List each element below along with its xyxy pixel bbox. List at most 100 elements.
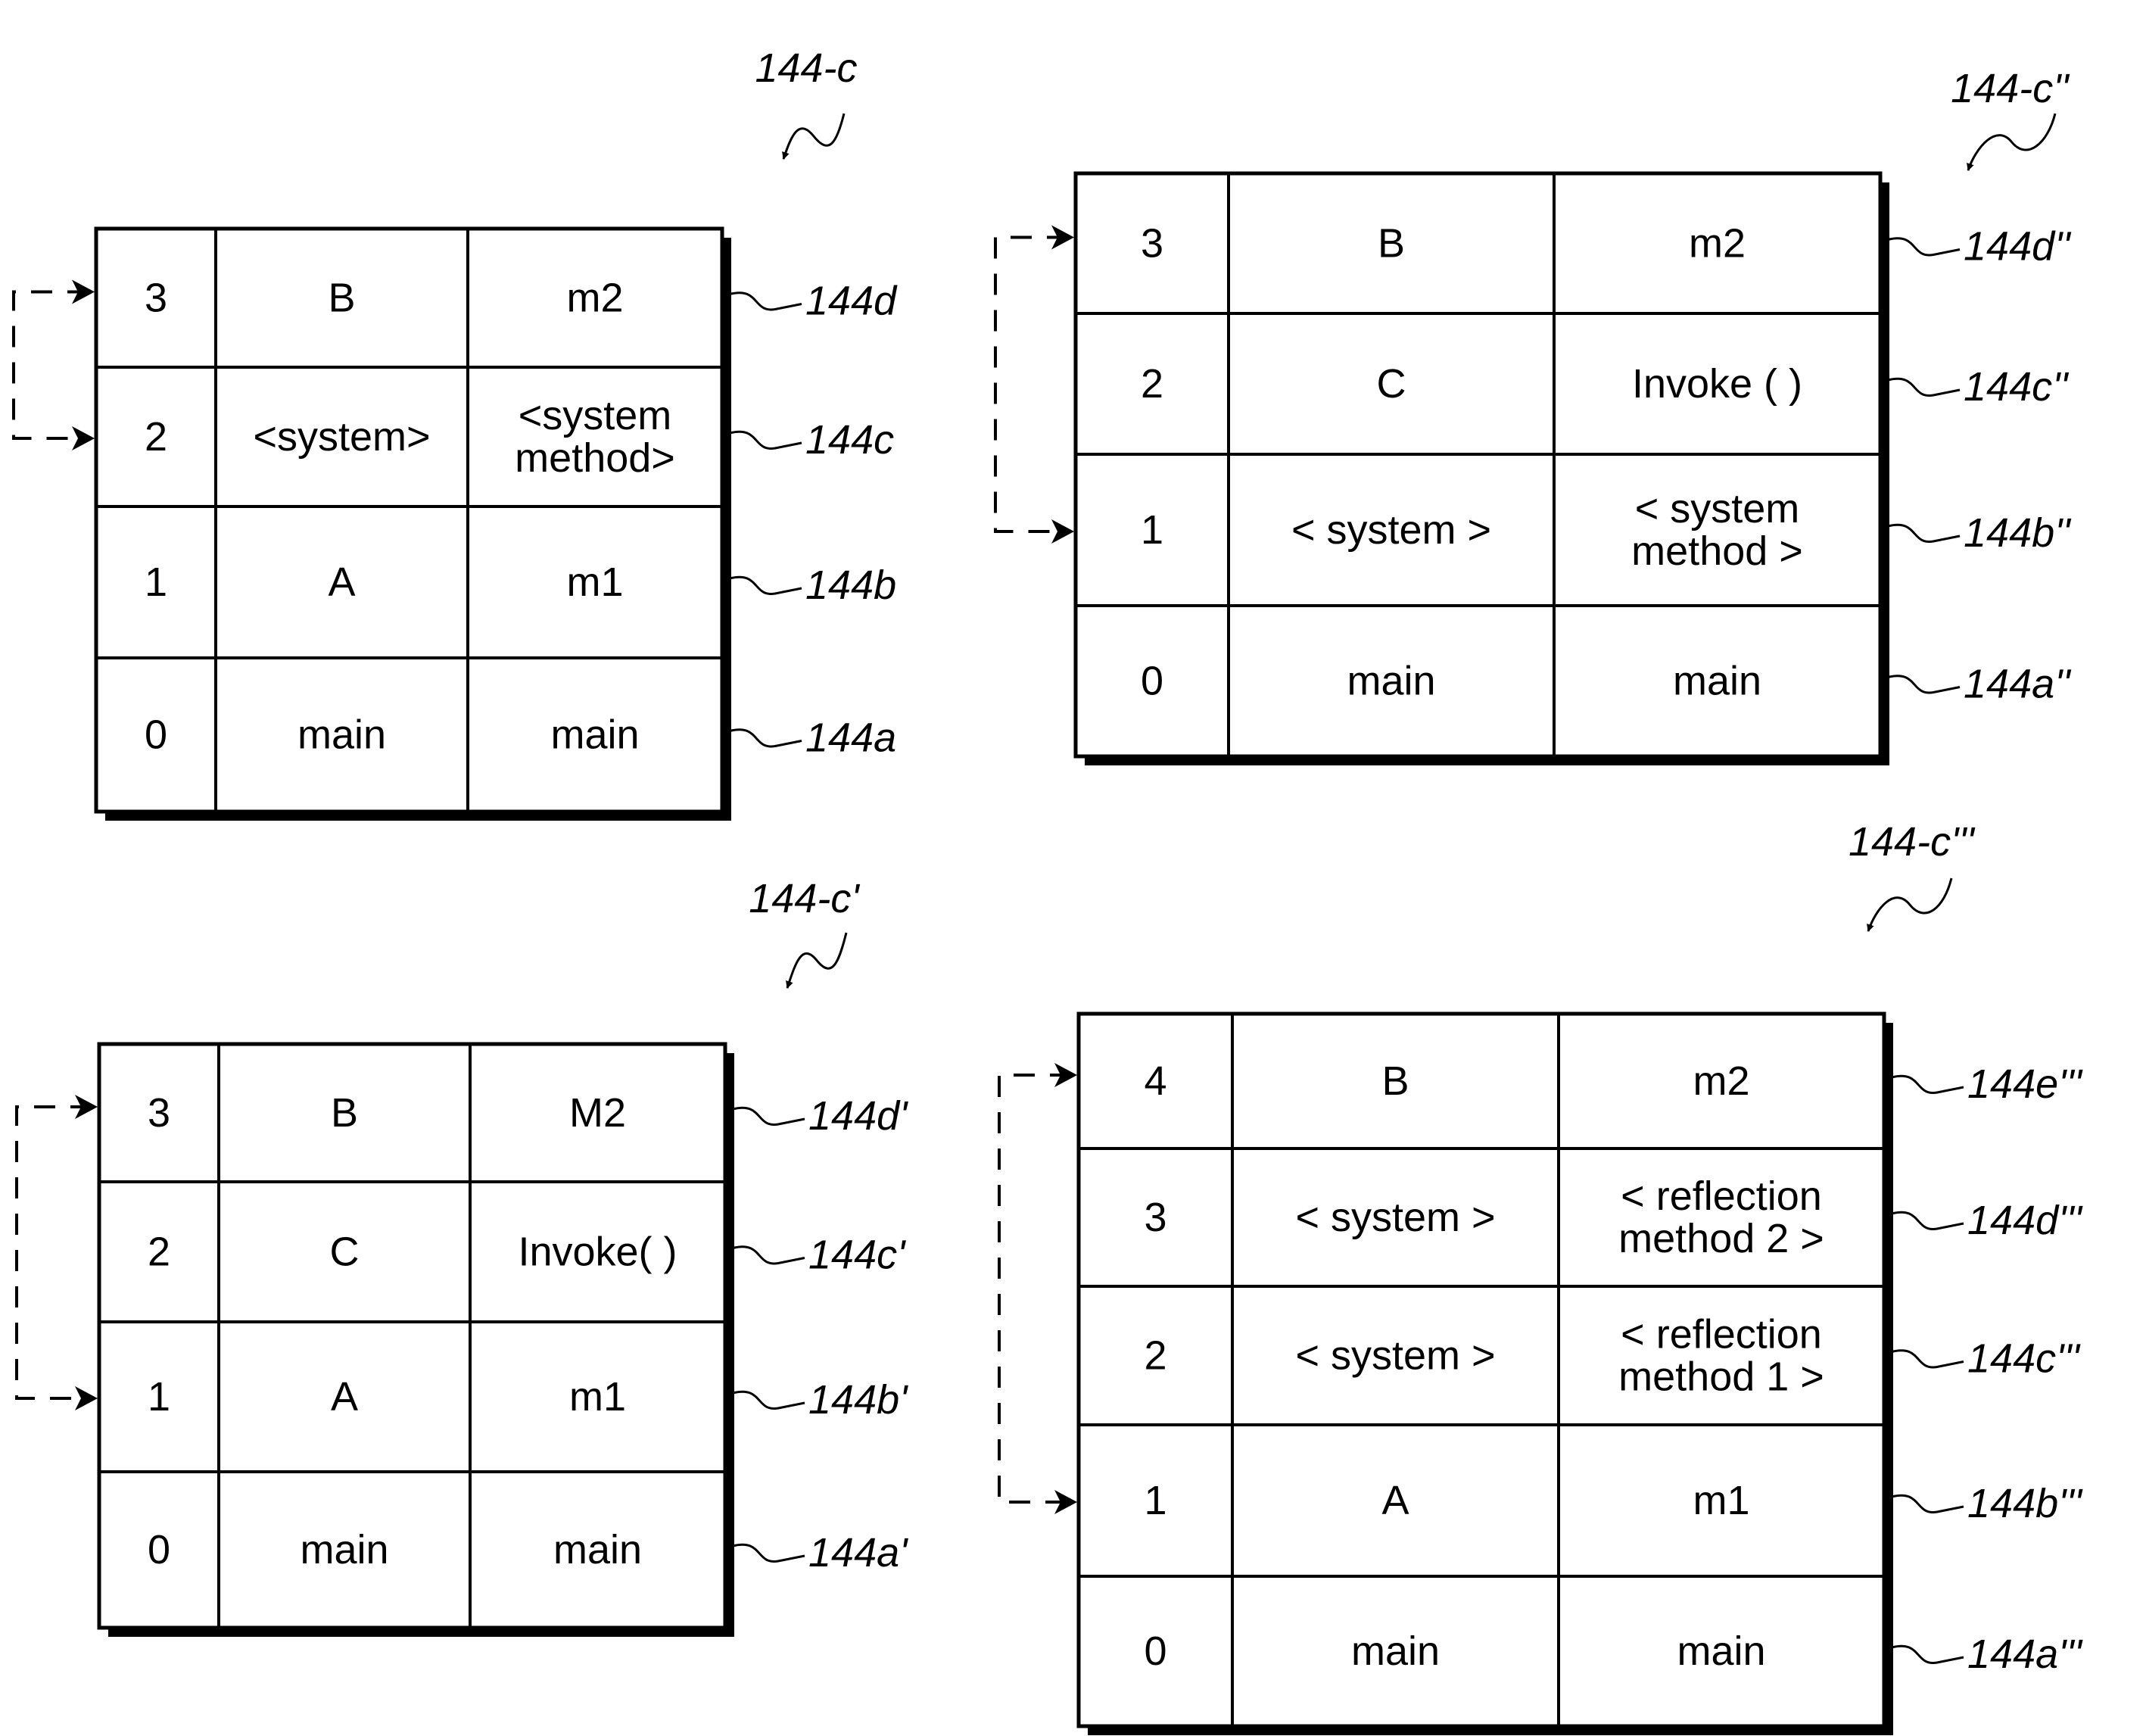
frame-method: Invoke( ) bbox=[518, 1230, 677, 1275]
frame-method: method 2 > bbox=[1618, 1216, 1824, 1261]
frame-class: C bbox=[1377, 361, 1406, 407]
reference-numeral: 144d''' bbox=[1967, 1198, 2083, 1243]
reference-numeral: 144b'' bbox=[1964, 510, 2071, 556]
frame-index: 3 bbox=[1141, 221, 1163, 266]
pointer-arrow-icon bbox=[782, 113, 846, 160]
frame-index: 2 bbox=[148, 1230, 170, 1275]
arrowhead-icon bbox=[72, 426, 95, 450]
dashed-bracket bbox=[994, 235, 1068, 533]
leader-line bbox=[1887, 377, 1961, 397]
dashed-bracket bbox=[12, 290, 89, 440]
frame-class: B bbox=[1381, 1058, 1409, 1104]
pointer-arrow-icon bbox=[1867, 877, 1953, 932]
frame-class: main bbox=[300, 1527, 388, 1572]
frame-method: main bbox=[553, 1527, 642, 1572]
leader-line bbox=[1887, 237, 1961, 257]
frame-class: B bbox=[331, 1090, 358, 1136]
frame-method: m1 bbox=[1693, 1478, 1749, 1523]
frame-method: main bbox=[1677, 1628, 1765, 1674]
frame-method: m2 bbox=[1689, 221, 1746, 266]
frame-method: < reflection bbox=[1621, 1312, 1822, 1357]
frame-index: 2 bbox=[1144, 1333, 1166, 1379]
frame-index: 0 bbox=[148, 1527, 170, 1572]
frame-index: 3 bbox=[148, 1090, 170, 1136]
frame-index: 1 bbox=[145, 559, 167, 605]
reference-numeral: 144d bbox=[805, 279, 898, 324]
leader-line bbox=[729, 728, 802, 748]
reference-numeral: 144c''' bbox=[1967, 1336, 2081, 1382]
figure-label: 144-c' bbox=[749, 876, 860, 921]
figure-label: 144-c'' bbox=[1951, 66, 2070, 111]
frame-class: A bbox=[331, 1374, 358, 1420]
reference-numeral: 144b bbox=[805, 563, 896, 608]
frame-method: method 1 > bbox=[1618, 1354, 1824, 1400]
stack-figure-144-c-double-prime: 3 Bm2 144d'' 2 C Invoke ( ) 144c'' 1 < system > <… bbox=[994, 66, 2071, 765]
frame-method: Invoke ( ) bbox=[1632, 361, 1802, 407]
leader-line bbox=[1891, 1074, 1964, 1094]
figure-label: 144-c''' bbox=[1849, 819, 1976, 865]
frame-method: method > bbox=[1631, 528, 1803, 574]
frame-method: m2 bbox=[1693, 1058, 1749, 1104]
reference-numeral: 144a'' bbox=[1964, 662, 2071, 707]
frame-index: 0 bbox=[145, 712, 167, 758]
frame-class: A bbox=[328, 559, 355, 605]
frame-method: m1 bbox=[566, 559, 623, 605]
reference-numeral: 144c bbox=[805, 417, 894, 463]
leader-line bbox=[732, 1390, 805, 1410]
stack-figure-144-c: 3 Bm2 144d 2 <system> <system method> 144c 1 Am1… bbox=[12, 45, 898, 821]
frame-class: A bbox=[1381, 1478, 1409, 1523]
reference-numeral: 144d'' bbox=[1964, 224, 2071, 270]
frame-class: < system > bbox=[1291, 507, 1491, 553]
pointer-arrow-icon bbox=[786, 932, 848, 989]
frame-method: main bbox=[1673, 659, 1761, 704]
frame-class: < system > bbox=[1295, 1195, 1495, 1240]
frame-method: main bbox=[550, 712, 639, 758]
reference-numeral: 144a bbox=[805, 715, 896, 761]
call-stack-diagram: 3 Bm2 144d 2 <system> <system method> 144c 1 Am1… bbox=[12, 45, 2083, 1735]
dashed-bracket bbox=[15, 1105, 92, 1400]
reference-numeral: 144b''' bbox=[1967, 1481, 2083, 1526]
leader-line bbox=[732, 1543, 805, 1563]
leader-line bbox=[1891, 1494, 1964, 1513]
frame-index: 0 bbox=[1144, 1628, 1166, 1674]
frame-class: B bbox=[1378, 221, 1405, 266]
frame-method: m2 bbox=[566, 276, 623, 321]
frame-index: 1 bbox=[1141, 507, 1163, 553]
frame-index: 2 bbox=[145, 414, 167, 460]
frame-link-arrow bbox=[15, 1095, 98, 1410]
frame-class: < system > bbox=[1295, 1333, 1495, 1379]
figure-label: 144-c bbox=[755, 45, 857, 91]
leader-line bbox=[729, 575, 802, 595]
frame-class: main bbox=[1351, 1628, 1440, 1674]
frame-link-arrow bbox=[994, 225, 1074, 544]
arrowhead-icon bbox=[75, 1386, 98, 1410]
frame-index: 3 bbox=[1144, 1195, 1166, 1240]
frame-index: 2 bbox=[1141, 361, 1163, 407]
leader-line bbox=[729, 430, 802, 450]
leader-line bbox=[1891, 1349, 1964, 1369]
leader-line bbox=[1887, 523, 1961, 543]
leader-line bbox=[732, 1245, 805, 1265]
pointer-arrow-icon bbox=[1967, 113, 2057, 171]
frame-link-arrow bbox=[998, 1063, 1077, 1514]
stack-figure-144-c-prime: 3 B M2 144d' 2 C Invoke( ) 144c' 1 Am1 144b' 0 main m… bbox=[15, 876, 908, 1637]
reference-numeral: 144d' bbox=[808, 1093, 908, 1139]
leader-line bbox=[732, 1106, 805, 1126]
frame-method: M2 bbox=[569, 1090, 626, 1136]
frame-link-arrow bbox=[12, 279, 95, 450]
leader-line bbox=[1891, 1211, 1964, 1230]
frame-index: 0 bbox=[1141, 659, 1163, 704]
reference-numeral: 144c' bbox=[808, 1233, 906, 1278]
reference-numeral: 144a' bbox=[808, 1530, 908, 1575]
reference-numeral: 144c'' bbox=[1964, 364, 2069, 410]
reference-numeral: 144e''' bbox=[1967, 1061, 2083, 1107]
reference-numeral: 144b' bbox=[808, 1377, 908, 1423]
arrowhead-icon bbox=[1051, 519, 1074, 544]
frame-class: B bbox=[328, 276, 355, 321]
leader-line bbox=[1891, 1644, 1964, 1664]
frame-class: main bbox=[297, 712, 386, 758]
dashed-bracket bbox=[998, 1074, 1071, 1504]
frame-index: 4 bbox=[1144, 1058, 1166, 1104]
stack-figure-144-c-triple-prime: 4 Bm2 144e''' 3 < system > < reflection metho… bbox=[998, 819, 2083, 1735]
frame-method: < system bbox=[1635, 486, 1800, 531]
